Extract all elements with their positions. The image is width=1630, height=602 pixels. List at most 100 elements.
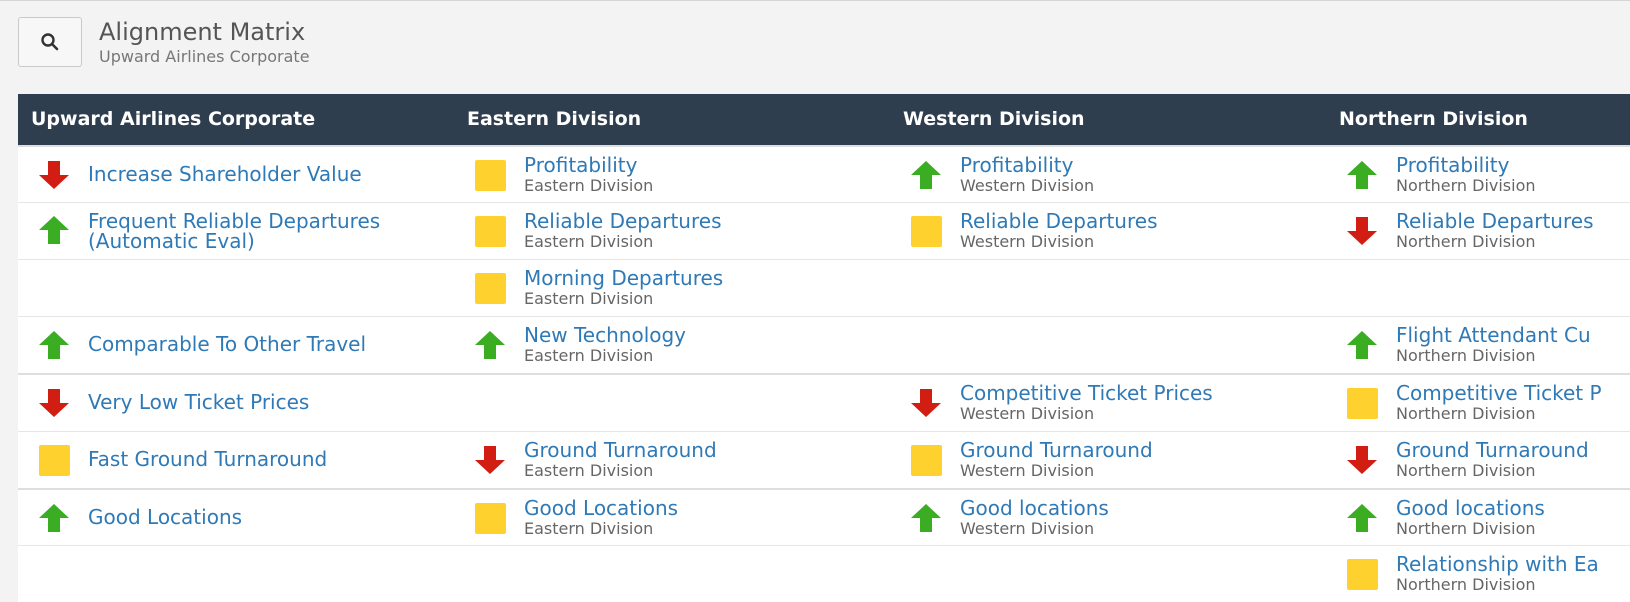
goal-cell: Relationship with Ea Northern Division: [1326, 545, 1630, 602]
page-subtitle: Upward Airlines Corporate: [99, 47, 310, 66]
status-neutral-icon: [1345, 386, 1379, 420]
division-label: Northern Division: [1396, 519, 1536, 538]
goal-cell: Good locations Northern Division: [1326, 488, 1630, 545]
status-neutral-icon: [37, 443, 71, 477]
column-eastern-division: Eastern Division Profitability Eastern Div…: [454, 94, 907, 602]
arrow-down-icon: [1345, 443, 1379, 477]
goal-link[interactable]: Relationship with Ea: [1396, 554, 1599, 574]
goal-link[interactable]: Flight Attendant Cu: [1396, 325, 1591, 345]
status-neutral-icon: [473, 214, 507, 248]
goal-cell: Ground Turnaround Northern Division: [1326, 431, 1630, 488]
goal-link[interactable]: Ground Turnaround: [960, 440, 1153, 460]
column-body: Profitability Northern Division Reliable D…: [1326, 145, 1630, 602]
division-label: Eastern Division: [524, 346, 654, 365]
division-label: Eastern Division: [524, 232, 654, 251]
division-label: Northern Division: [1396, 176, 1536, 195]
column-upward-airlines-corporate: Upward Airlines Corporate Increase Shareh…: [18, 94, 471, 602]
goal-link[interactable]: New Technology: [524, 325, 686, 345]
column-header: Upward Airlines Corporate: [18, 94, 470, 145]
division-label: Western Division: [960, 232, 1095, 251]
goal-link[interactable]: Increase Shareholder Value: [88, 164, 362, 184]
column-body: Profitability Eastern Division Reliable De…: [454, 145, 906, 602]
goal-cell: Profitability Western Division: [890, 145, 1342, 202]
arrow-down-icon: [909, 386, 943, 420]
arrow-down-icon: [473, 443, 507, 477]
empty-cell: [890, 259, 1342, 316]
search-button[interactable]: [18, 17, 82, 67]
goal-link[interactable]: Competitive Ticket Prices: [960, 383, 1213, 403]
arrow-up-icon: [37, 213, 71, 247]
division-label: Eastern Division: [524, 176, 654, 195]
page-title: Alignment Matrix: [99, 18, 306, 46]
goal-link[interactable]: Morning Departures: [524, 268, 723, 288]
division-label: Northern Division: [1396, 232, 1536, 251]
division-label: Northern Division: [1396, 346, 1536, 365]
goal-cell: Reliable Departures Northern Division: [1326, 202, 1630, 259]
goal-link[interactable]: Frequent Reliable Departures (Automatic …: [88, 211, 458, 251]
goal-link[interactable]: Good locations: [1396, 498, 1545, 518]
search-icon: [41, 33, 59, 51]
status-neutral-icon: [473, 271, 507, 305]
goal-cell: New Technology Eastern Division: [454, 316, 906, 373]
goal-link[interactable]: Good Locations: [524, 498, 678, 518]
goal-cell: Comparable To Other Travel: [18, 316, 470, 373]
goal-link[interactable]: Ground Turnaround: [524, 440, 717, 460]
goal-link[interactable]: Profitability: [960, 155, 1073, 175]
goal-cell: Good locations Western Division: [890, 488, 1342, 545]
goal-cell: Reliable Departures Eastern Division: [454, 202, 906, 259]
empty-cell: [1326, 259, 1630, 316]
top-border: [0, 0, 1630, 1]
division-label: Northern Division: [1396, 404, 1536, 423]
goal-cell: Increase Shareholder Value: [18, 145, 470, 202]
status-neutral-icon: [473, 158, 507, 192]
arrow-up-icon: [1345, 501, 1379, 535]
arrow-up-icon: [909, 501, 943, 535]
arrow-up-icon: [1345, 158, 1379, 192]
goal-link[interactable]: Good locations: [960, 498, 1109, 518]
division-label: Western Division: [960, 404, 1095, 423]
goal-link[interactable]: Very Low Ticket Prices: [88, 392, 309, 412]
empty-cell: [890, 545, 1342, 602]
division-label: Western Division: [960, 519, 1095, 538]
arrow-up-icon: [37, 328, 71, 362]
arrow-up-icon: [1345, 328, 1379, 362]
goal-cell: Profitability Northern Division: [1326, 145, 1630, 202]
status-neutral-icon: [473, 501, 507, 535]
division-label: Eastern Division: [524, 461, 654, 480]
goal-cell: Ground Turnaround Western Division: [890, 431, 1342, 488]
goal-cell: Very Low Ticket Prices: [18, 373, 470, 431]
goal-link[interactable]: Competitive Ticket P: [1396, 383, 1602, 403]
goal-cell: Competitive Ticket Prices Western Divisio…: [890, 373, 1342, 431]
division-label: Eastern Division: [524, 519, 654, 538]
goal-cell: Fast Ground Turnaround: [18, 431, 470, 488]
arrow-up-icon: [37, 501, 71, 535]
goal-cell: Flight Attendant Cu Northern Division: [1326, 316, 1630, 373]
column-northern-division: Northern Division Profitability Northern D…: [1326, 94, 1630, 602]
arrow-down-icon: [1345, 214, 1379, 248]
column-western-division: Western Division Profitability Western Div…: [890, 94, 1343, 602]
goal-cell: Ground Turnaround Eastern Division: [454, 431, 906, 488]
goal-cell: Morning Departures Eastern Division: [454, 259, 906, 316]
goal-link[interactable]: Reliable Departures: [960, 211, 1158, 231]
status-neutral-icon: [1345, 557, 1379, 591]
goal-link[interactable]: Fast Ground Turnaround: [88, 449, 327, 469]
column-body: Profitability Western Division Reliable De…: [890, 145, 1342, 602]
goal-link[interactable]: Profitability: [524, 155, 637, 175]
empty-cell: [18, 545, 470, 602]
goal-link[interactable]: Good Locations: [88, 507, 242, 527]
division-label: Western Division: [960, 176, 1095, 195]
arrow-up-icon: [909, 158, 943, 192]
goal-cell: Good Locations Eastern Division: [454, 488, 906, 545]
division-label: Western Division: [960, 461, 1095, 480]
empty-cell: [890, 316, 1342, 373]
alignment-matrix: Upward Airlines Corporate Increase Shareh…: [18, 94, 1630, 602]
goal-cell: Good Locations: [18, 488, 470, 545]
goal-link[interactable]: Ground Turnaround: [1396, 440, 1589, 460]
division-label: Northern Division: [1396, 461, 1536, 480]
goal-link[interactable]: Reliable Departures: [1396, 211, 1594, 231]
column-header: Eastern Division: [454, 94, 906, 145]
goal-link[interactable]: Comparable To Other Travel: [88, 334, 366, 354]
goal-link[interactable]: Profitability: [1396, 155, 1509, 175]
goal-link[interactable]: Reliable Departures: [524, 211, 722, 231]
empty-cell: [18, 259, 470, 316]
